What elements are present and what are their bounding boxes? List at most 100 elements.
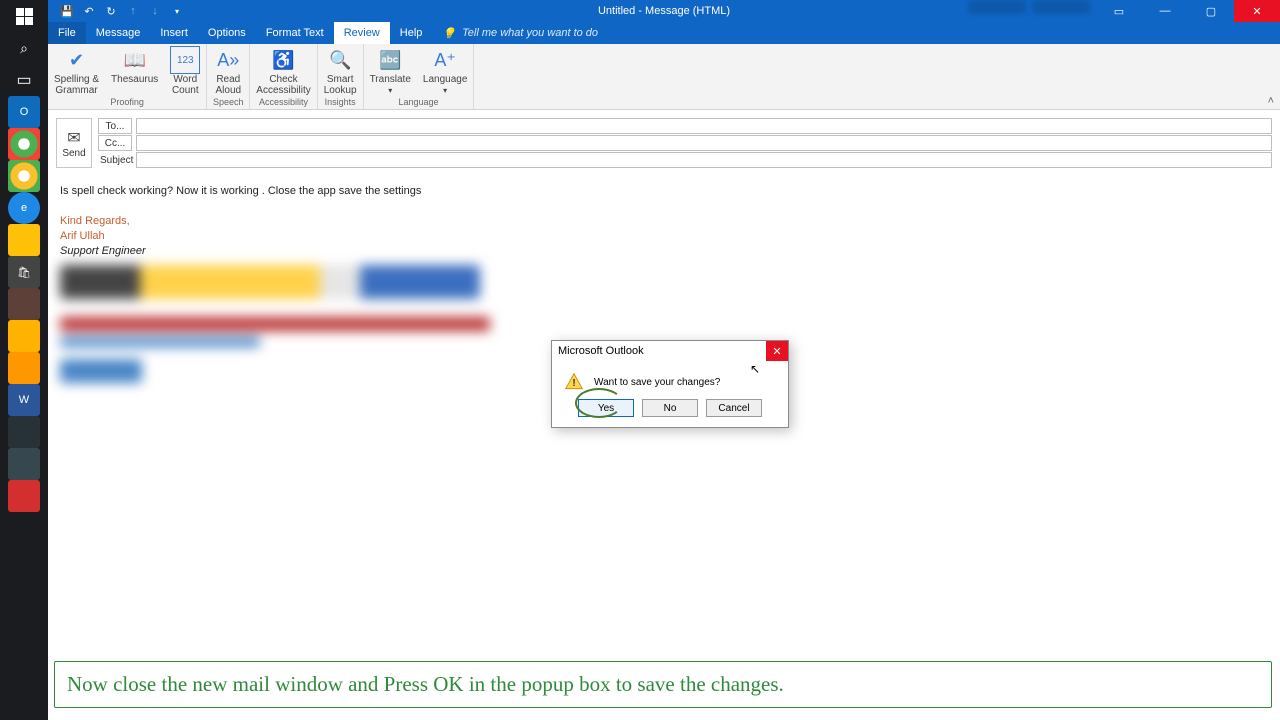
task-view-button[interactable]: ▭ [0, 64, 48, 96]
qat-arrow-up[interactable]: ↑ [122, 0, 144, 22]
dialog-no-button[interactable]: No [642, 399, 698, 417]
taskbar-app-files[interactable] [0, 224, 48, 256]
subject-input[interactable] [136, 152, 1272, 168]
accessibility-label: Check Accessibility [256, 74, 310, 96]
cc-input[interactable] [136, 135, 1272, 151]
blurred-account-1 [968, 0, 1026, 14]
dialog-yes-button[interactable]: Yes [578, 399, 634, 417]
titlebar: 💾 ↶ ↻ ↑ ↓ ▾ Untitled - Message (HTML) ▭ … [48, 0, 1280, 22]
qat-arrow-down[interactable]: ↓ [144, 0, 166, 22]
taskbar-app-generic2[interactable] [0, 352, 48, 384]
spelling-grammar-button[interactable]: ✔Spelling & Grammar [48, 44, 105, 96]
windows-taskbar: ⌕ ▭ O e 🛍 W [0, 0, 48, 720]
taskview-icon: ▭ [16, 70, 31, 90]
minimize-button[interactable]: — [1142, 0, 1188, 22]
read-aloud-button[interactable]: A»Read Aloud [207, 44, 249, 96]
taskbar-app-generic4[interactable] [0, 448, 48, 480]
wordcount-label: Word Count [172, 74, 199, 96]
smart-lookup-button[interactable]: 🔍Smart Lookup [318, 44, 363, 96]
thesaurus-button[interactable]: 📖Thesaurus [105, 44, 164, 96]
ribbon-group-language: 🔤Translate▾ A⁺Language▾ Language [364, 44, 475, 109]
thesaurus-icon: 📖 [120, 46, 150, 74]
ribbon-group-accessibility: ♿Check Accessibility Accessibility [250, 44, 317, 109]
chevron-down-icon: ▾ [443, 85, 447, 96]
send-button[interactable]: ✉ Send [56, 118, 92, 168]
language-icon: A⁺ [430, 46, 460, 74]
tab-format-text[interactable]: Format Text [256, 22, 334, 44]
ribbon-display-icon: ▭ [1114, 5, 1124, 18]
ribbon: ✔Spelling & Grammar 📖Thesaurus 123Word C… [48, 44, 1280, 110]
taskbar-app-explorer[interactable] [0, 288, 48, 320]
spelling-icon: ✔ [62, 46, 92, 74]
maximize-icon: ▢ [1206, 5, 1216, 18]
ribbon-display-button[interactable]: ▭ [1096, 0, 1142, 22]
to-input[interactable] [136, 118, 1272, 134]
translate-icon: 🔤 [375, 46, 405, 74]
language-button[interactable]: A⁺Language▾ [417, 44, 474, 96]
check-accessibility-button[interactable]: ♿Check Accessibility [250, 44, 316, 96]
ribbon-tabs: File Message Insert Options Format Text … [48, 22, 1280, 44]
cc-button[interactable]: Cc... [98, 135, 132, 151]
warning-icon: ! [564, 371, 584, 393]
svg-text:!: ! [572, 378, 575, 389]
taskbar-app-chrome2[interactable] [0, 160, 48, 192]
language-label: Language [423, 74, 468, 85]
qat-customize[interactable]: ▾ [166, 0, 188, 22]
signature-title: Support Engineer [60, 244, 1268, 259]
search-button[interactable]: ⌕ [0, 32, 48, 64]
dialog-cancel-button[interactable]: Cancel [706, 399, 762, 417]
thesaurus-label: Thesaurus [111, 74, 158, 85]
tab-insert[interactable]: Insert [150, 22, 198, 44]
ribbon-group-insights: 🔍Smart Lookup Insights [318, 44, 364, 109]
redo-icon: ↻ [106, 5, 115, 18]
translate-label: Translate [370, 74, 411, 85]
send-label: Send [62, 148, 85, 159]
taskbar-app-generic5[interactable] [0, 480, 48, 512]
taskbar-app-word[interactable]: W [0, 384, 48, 416]
lightbulb-icon: 💡 [442, 27, 456, 40]
dialog-close-button[interactable]: ✕ [766, 341, 788, 361]
body-line1: Is spell check working? Now it is workin… [60, 184, 1268, 199]
close-icon: ✕ [1252, 5, 1261, 18]
taskbar-app-chrome[interactable] [0, 128, 48, 160]
compose-header: ✉ Send To... Cc... Subject [48, 110, 1280, 172]
close-icon: ✕ [772, 345, 781, 358]
start-button[interactable] [0, 0, 48, 32]
signature-name: Arif Ullah [60, 229, 1268, 244]
search-icon: ⌕ [20, 40, 28, 57]
blurred-account-2 [1032, 0, 1090, 14]
tab-review[interactable]: Review [334, 22, 390, 44]
group-label-proofing: Proofing [48, 96, 206, 109]
chevron-down-icon: ▾ [388, 85, 392, 96]
save-qat-button[interactable]: 💾 [56, 0, 78, 22]
collapse-ribbon-button[interactable]: ˄ [1268, 95, 1274, 107]
accessibility-icon: ♿ [269, 46, 299, 74]
save-changes-dialog: Microsoft Outlook ✕ ! Want to save your … [551, 340, 789, 428]
ribbon-group-speech: A»Read Aloud Speech [207, 44, 250, 109]
undo-qat-button[interactable]: ↶ [78, 0, 100, 22]
windows-logo-icon [16, 8, 33, 25]
to-button[interactable]: To... [98, 118, 132, 134]
taskbar-app-generic3[interactable] [0, 416, 48, 448]
tell-me-search[interactable]: 💡 Tell me what you want to do [432, 22, 598, 44]
tab-file[interactable]: File [48, 22, 86, 44]
taskbar-app-generic1[interactable] [0, 320, 48, 352]
taskbar-app-outlook[interactable]: O [0, 96, 48, 128]
tab-options[interactable]: Options [198, 22, 256, 44]
smartlookup-icon: 🔍 [325, 46, 355, 74]
group-label-accessibility: Accessibility [250, 96, 316, 109]
taskbar-app-store[interactable]: 🛍 [0, 256, 48, 288]
redo-qat-button[interactable]: ↻ [100, 0, 122, 22]
tell-me-label: Tell me what you want to do [462, 27, 598, 39]
translate-button[interactable]: 🔤Translate▾ [364, 44, 417, 96]
taskbar-app-edge[interactable]: e [0, 192, 48, 224]
minimize-icon: — [1160, 5, 1171, 17]
spelling-label: Spelling & Grammar [54, 74, 99, 96]
window-controls: ▭ — ▢ ✕ [968, 0, 1280, 22]
tab-help[interactable]: Help [390, 22, 433, 44]
close-button[interactable]: ✕ [1234, 0, 1280, 22]
maximize-button[interactable]: ▢ [1188, 0, 1234, 22]
save-icon: 💾 [60, 5, 74, 18]
tab-message[interactable]: Message [86, 22, 151, 44]
word-count-button[interactable]: 123Word Count [164, 44, 206, 96]
